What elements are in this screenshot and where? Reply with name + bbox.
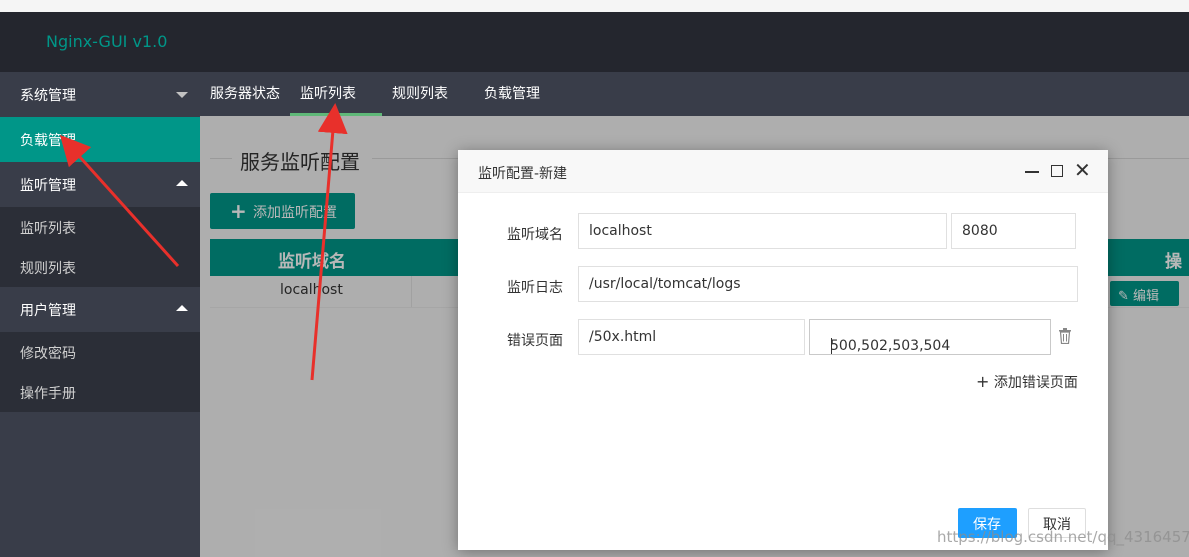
domain-label: 监听域名 xyxy=(507,227,563,243)
tab-server-status[interactable]: 服务器状态 xyxy=(210,83,280,103)
sidebar-group-label: 监听管理 xyxy=(20,178,76,194)
sidebar-group-user[interactable]: 用户管理 xyxy=(0,287,200,332)
error-page-label: 错误页面 xyxy=(507,333,563,349)
sidebar-item-label: 修改密码 xyxy=(20,346,76,362)
watermark: https://blog.csdn.net/qq_43164571 xyxy=(937,528,1189,546)
sidebar-item-label: 负载管理 xyxy=(20,133,76,149)
chevron-up-icon xyxy=(176,305,188,311)
text-cursor xyxy=(831,338,832,354)
app-header: Nginx-GUI v1.0 xyxy=(0,12,1189,72)
sidebar-item-label: 规则列表 xyxy=(20,261,76,277)
error-page-value: /50x.html xyxy=(589,329,657,345)
add-error-page-link[interactable]: + 添加错误页面 xyxy=(976,372,1078,392)
port-value: 8080 xyxy=(962,223,998,239)
chevron-up-icon xyxy=(176,180,188,186)
trash-icon[interactable] xyxy=(1058,328,1072,344)
sidebar-item-label: 监听列表 xyxy=(20,221,76,237)
log-path-value: /usr/local/tomcat/logs xyxy=(589,276,741,292)
sidebar-group-label: 用户管理 xyxy=(20,303,76,319)
error-page-input[interactable]: /50x.html xyxy=(578,319,805,355)
sidebar-group-label: 系统管理 xyxy=(20,88,76,104)
dialog-title: 监听配置-新建 xyxy=(478,166,568,182)
minimize-icon[interactable] xyxy=(1025,171,1039,173)
chevron-down-icon xyxy=(176,92,188,98)
sidebar-item-rule-list[interactable]: 规则列表 xyxy=(0,247,200,287)
sidebar-item-load-management[interactable]: 负载管理 xyxy=(0,117,200,162)
sidebar-group-system[interactable]: 系统管理 xyxy=(0,72,200,117)
log-label: 监听日志 xyxy=(507,280,563,296)
top-nav: 服务器状态 监听列表 规则列表 负载管理 xyxy=(200,72,1189,116)
listen-config-dialog: 监听配置-新建 ✕ 监听域名 localhost 8080 监听日志 /usr/… xyxy=(458,150,1108,550)
tab-rule-list[interactable]: 规则列表 xyxy=(392,83,448,103)
sidebar-item-listen-list[interactable]: 监听列表 xyxy=(0,207,200,247)
port-input[interactable]: 8080 xyxy=(951,213,1076,249)
close-icon[interactable]: ✕ xyxy=(1074,158,1091,182)
domain-value: localhost xyxy=(589,223,652,239)
sidebar-item-manual[interactable]: 操作手册 xyxy=(0,372,200,412)
sidebar-item-change-password[interactable]: 修改密码 xyxy=(0,332,200,372)
error-codes-value: 500,502,503,504 xyxy=(830,338,951,354)
sidebar-group-listen[interactable]: 监听管理 xyxy=(0,162,200,207)
dialog-header: 监听配置-新建 ✕ xyxy=(458,150,1108,193)
maximize-icon[interactable] xyxy=(1051,165,1063,177)
error-codes-input[interactable]: 500,502,503,504 xyxy=(809,319,1051,355)
link-label: 添加错误页面 xyxy=(993,375,1078,391)
tab-listen-list[interactable]: 监听列表 xyxy=(300,83,356,103)
tab-load-management[interactable]: 负载管理 xyxy=(484,83,540,103)
log-path-input[interactable]: /usr/local/tomcat/logs xyxy=(578,266,1078,302)
app-title: Nginx-GUI v1.0 xyxy=(46,32,168,51)
domain-input[interactable]: localhost xyxy=(578,213,947,249)
plus-icon: + xyxy=(976,372,990,391)
sidebar-item-label: 操作手册 xyxy=(20,386,76,402)
